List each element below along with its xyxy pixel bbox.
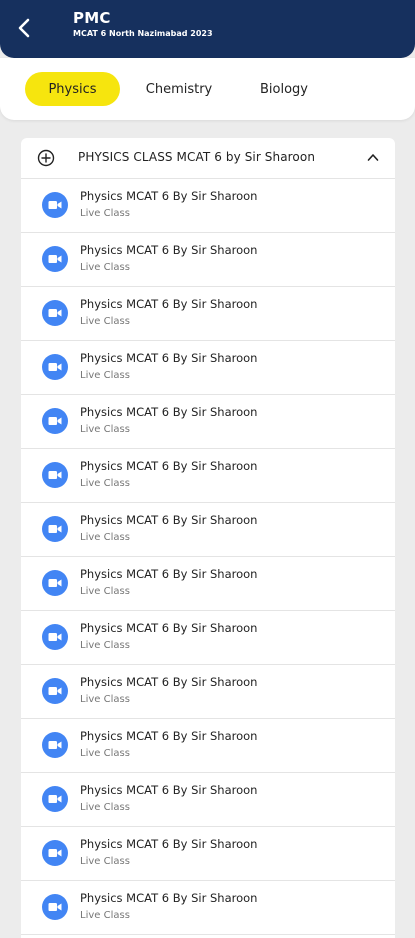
list-item-title: Physics MCAT 6 By Sir Sharoon xyxy=(80,351,258,365)
list-item-subtitle: Live Class xyxy=(80,586,130,597)
subject-tabs: Physics Chemistry Biology xyxy=(0,58,415,120)
back-arrow-icon xyxy=(18,18,30,38)
list-item-subtitle: Live Class xyxy=(80,478,130,489)
list-item-title: Physics MCAT 6 By Sir Sharoon xyxy=(80,189,258,203)
list-item-title: Physics MCAT 6 By Sir Sharoon xyxy=(80,405,258,419)
list-item-subtitle: Live Class xyxy=(80,748,130,759)
class-list: Physics MCAT 6 By Sir Sharoon Live Class P… xyxy=(21,179,395,935)
video-camera-icon xyxy=(42,570,68,596)
video-camera-icon xyxy=(42,516,68,542)
back-button[interactable] xyxy=(10,12,38,44)
page-subtitle: MCAT 6 North Nazimabad 2023 xyxy=(73,29,213,38)
list-item-subtitle: Live Class xyxy=(80,424,130,435)
video-camera-icon xyxy=(42,246,68,272)
list-item-subtitle: Live Class xyxy=(80,262,130,273)
video-camera-icon xyxy=(42,678,68,704)
video-camera-icon xyxy=(42,732,68,758)
list-item[interactable]: Physics MCAT 6 By Sir Sharoon Live Class xyxy=(21,773,395,827)
list-item-title: Physics MCAT 6 By Sir Sharoon xyxy=(80,297,258,311)
section-title: PHYSICS CLASS MCAT 6 by Sir Sharoon xyxy=(78,150,316,164)
list-item[interactable]: Physics MCAT 6 By Sir Sharoon Live Class xyxy=(21,557,395,611)
list-item-subtitle: Live Class xyxy=(80,532,130,543)
list-item-subtitle: Live Class xyxy=(80,370,130,381)
list-item[interactable]: Physics MCAT 6 By Sir Sharoon Live Class xyxy=(21,503,395,557)
list-item[interactable]: Physics MCAT 6 By Sir Sharoon Live Class xyxy=(21,719,395,773)
list-item-title: Physics MCAT 6 By Sir Sharoon xyxy=(80,891,258,905)
list-item-title: Physics MCAT 6 By Sir Sharoon xyxy=(80,675,258,689)
list-item[interactable]: Physics MCAT 6 By Sir Sharoon Live Class xyxy=(21,179,395,233)
video-camera-icon xyxy=(42,300,68,326)
list-item-title: Physics MCAT 6 By Sir Sharoon xyxy=(80,567,258,581)
list-item-subtitle: Live Class xyxy=(80,640,130,651)
list-item[interactable]: Physics MCAT 6 By Sir Sharoon Live Class xyxy=(21,395,395,449)
list-item-title: Physics MCAT 6 By Sir Sharoon xyxy=(80,621,258,635)
list-item-subtitle: Live Class xyxy=(80,856,130,867)
list-item-title: Physics MCAT 6 By Sir Sharoon xyxy=(80,243,258,257)
section-header[interactable]: PHYSICS CLASS MCAT 6 by Sir Sharoon xyxy=(21,138,395,179)
list-item[interactable]: Physics MCAT 6 By Sir Sharoon Live Class xyxy=(21,233,395,287)
list-item-title: Physics MCAT 6 By Sir Sharoon xyxy=(80,459,258,473)
tab-chemistry[interactable]: Chemistry xyxy=(133,72,225,106)
list-item-subtitle: Live Class xyxy=(80,802,130,813)
video-camera-icon xyxy=(42,624,68,650)
list-item[interactable]: Physics MCAT 6 By Sir Sharoon Live Class xyxy=(21,827,395,881)
video-camera-icon xyxy=(42,408,68,434)
video-camera-icon xyxy=(42,462,68,488)
video-camera-icon xyxy=(42,786,68,812)
list-item[interactable]: Physics MCAT 6 By Sir Sharoon Live Class xyxy=(21,449,395,503)
class-section: PHYSICS CLASS MCAT 6 by Sir Sharoon Phys… xyxy=(21,138,395,938)
list-item[interactable]: Physics MCAT 6 By Sir Sharoon Live Class xyxy=(21,341,395,395)
video-camera-icon xyxy=(42,192,68,218)
tab-physics[interactable]: Physics xyxy=(25,72,120,106)
list-item-title: Physics MCAT 6 By Sir Sharoon xyxy=(80,513,258,527)
list-item-subtitle: Live Class xyxy=(80,316,130,327)
list-item-title: Physics MCAT 6 By Sir Sharoon xyxy=(80,783,258,797)
video-camera-icon xyxy=(42,840,68,866)
list-item[interactable]: Physics MCAT 6 By Sir Sharoon Live Class xyxy=(21,611,395,665)
list-item-subtitle: Live Class xyxy=(80,694,130,705)
list-item[interactable]: Physics MCAT 6 By Sir Sharoon Live Class xyxy=(21,665,395,719)
page-title: PMC xyxy=(73,9,111,27)
list-item[interactable]: Physics MCAT 6 By Sir Sharoon Live Class xyxy=(21,287,395,341)
list-item-title: Physics MCAT 6 By Sir Sharoon xyxy=(80,729,258,743)
add-circle-icon[interactable] xyxy=(37,149,55,167)
chevron-up-icon[interactable] xyxy=(367,152,379,162)
list-item-subtitle: Live Class xyxy=(80,208,130,219)
tab-biology[interactable]: Biology xyxy=(240,72,328,106)
list-item-title: Physics MCAT 6 By Sir Sharoon xyxy=(80,837,258,851)
list-item[interactable]: Physics MCAT 6 By Sir Sharoon Live Class xyxy=(21,881,395,935)
list-item-subtitle: Live Class xyxy=(80,910,130,921)
video-camera-icon xyxy=(42,894,68,920)
video-camera-icon xyxy=(42,354,68,380)
app-header: PMC MCAT 6 North Nazimabad 2023 xyxy=(0,0,415,58)
